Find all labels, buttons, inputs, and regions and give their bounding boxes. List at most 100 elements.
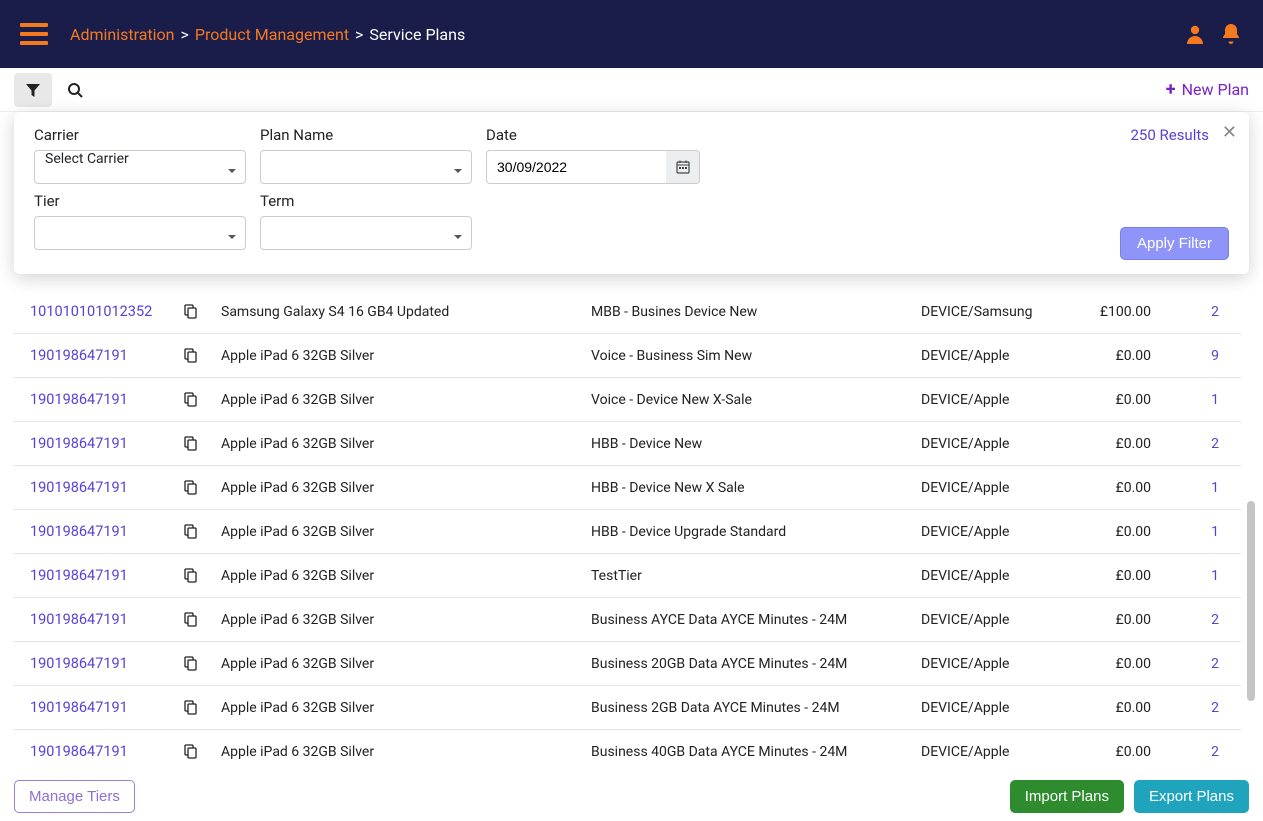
plan-count-link[interactable]: 1 — [1151, 568, 1241, 584]
tier-select[interactable] — [34, 216, 246, 250]
plan-price: £0.00 — [1081, 700, 1151, 716]
term-label: Term — [260, 192, 472, 210]
plan-id-link[interactable]: 190198647191 — [14, 655, 169, 672]
plan-price: £0.00 — [1081, 392, 1151, 408]
search-icon — [67, 82, 83, 98]
search-toggle-button[interactable] — [56, 73, 94, 107]
export-plans-button[interactable]: Export Plans — [1134, 780, 1249, 813]
plan-id-link[interactable]: 190198647191 — [14, 743, 169, 760]
copy-button[interactable] — [169, 392, 211, 407]
plan-price: £0.00 — [1081, 348, 1151, 364]
copy-button[interactable] — [169, 436, 211, 451]
date-input[interactable] — [486, 150, 666, 184]
plan-category: DEVICE/Apple — [921, 744, 1081, 760]
plan-category: DEVICE/Apple — [921, 568, 1081, 584]
plan-price: £0.00 — [1081, 436, 1151, 452]
breadcrumb: Administration > Product Management > Se… — [70, 25, 465, 44]
plan-count-link[interactable]: 2 — [1151, 436, 1241, 452]
plan-tier: Business 2GB Data AYCE Minutes - 24M — [591, 700, 921, 716]
close-icon[interactable]: ✕ — [1222, 122, 1237, 143]
plan-id-link[interactable]: 190198647191 — [14, 479, 169, 496]
copy-button[interactable] — [169, 568, 211, 583]
table-row: 190198647191Apple iPad 6 32GB SilverBusi… — [14, 642, 1241, 686]
plan-id-link[interactable]: 190198647191 — [14, 699, 169, 716]
import-plans-button[interactable]: Import Plans — [1010, 780, 1124, 813]
plan-tier: Voice - Business Sim New — [591, 348, 921, 364]
plan-category: DEVICE/Apple — [921, 700, 1081, 716]
breadcrumb-link-product-management[interactable]: Product Management — [195, 25, 349, 44]
plan-tier: TestTier — [591, 568, 921, 584]
copy-icon — [183, 436, 198, 451]
plan-id-link[interactable]: 190198647191 — [14, 523, 169, 540]
copy-icon — [183, 480, 198, 495]
plan-id-link[interactable]: 190198647191 — [14, 347, 169, 364]
plan-price: £0.00 — [1081, 480, 1151, 496]
plan-name: Apple iPad 6 32GB Silver — [211, 524, 591, 540]
copy-button[interactable] — [169, 524, 211, 539]
plan-count-link[interactable]: 2 — [1151, 612, 1241, 628]
scrollbar-thumb[interactable] — [1247, 501, 1255, 701]
copy-button[interactable] — [169, 304, 211, 319]
top-navbar: Administration > Product Management > Se… — [0, 0, 1263, 68]
scrollbar[interactable] — [1247, 290, 1255, 759]
plan-id-link[interactable]: 101010101012352 — [14, 303, 169, 320]
plan-name-select[interactable] — [260, 150, 472, 184]
plan-count-link[interactable]: 2 — [1151, 700, 1241, 716]
bell-icon[interactable] — [1219, 22, 1243, 46]
plan-price: £100.00 — [1081, 304, 1151, 320]
apply-filter-button[interactable]: Apply Filter — [1120, 227, 1229, 260]
table-row: 190198647191Apple iPad 6 32GB SilverBusi… — [14, 598, 1241, 642]
plan-count-link[interactable]: 2 — [1151, 656, 1241, 672]
filter-icon — [25, 82, 41, 98]
new-plan-label: New Plan — [1182, 80, 1249, 99]
copy-button[interactable] — [169, 612, 211, 627]
plan-id-link[interactable]: 190198647191 — [14, 567, 169, 584]
table-row: 101010101012352 Samsung Galaxy S4 16 GB4 … — [14, 290, 1241, 334]
new-plan-button[interactable]: + New Plan — [1166, 79, 1249, 100]
plan-id-link[interactable]: 190198647191 — [14, 391, 169, 408]
hamburger-menu-icon[interactable] — [20, 23, 48, 45]
page-toolbar: + New Plan — [0, 68, 1263, 112]
plan-tier: HBB - Device New X Sale — [591, 480, 921, 496]
filter-toggle-button[interactable] — [14, 73, 52, 107]
plan-category: DEVICE/Apple — [921, 480, 1081, 496]
term-select[interactable] — [260, 216, 472, 250]
plan-category: DEVICE/Apple — [921, 524, 1081, 540]
copy-button[interactable] — [169, 480, 211, 495]
plus-icon: + — [1166, 79, 1176, 100]
plan-category: DEVICE/Apple — [921, 656, 1081, 672]
breadcrumb-sep: > — [355, 25, 363, 44]
carrier-select[interactable]: Select Carrier — [34, 150, 246, 184]
copy-icon — [183, 304, 198, 319]
page-footer: Manage Tiers Import Plans Export Plans — [0, 771, 1263, 821]
plan-count-link[interactable]: 9 — [1151, 348, 1241, 364]
plan-count-link[interactable]: 1 — [1151, 392, 1241, 408]
copy-button[interactable] — [169, 348, 211, 363]
results-count[interactable]: 250 Results — [1130, 126, 1209, 144]
table-row: 190198647191 Apple iPad 6 32GB SilverBusi… — [14, 686, 1241, 730]
copy-button[interactable] — [169, 744, 211, 759]
table-row: 190198647191Apple iPad 6 32GB SilverVoic… — [14, 334, 1241, 378]
plan-category: DEVICE/Apple — [921, 348, 1081, 364]
copy-icon — [183, 700, 198, 715]
plan-name: Apple iPad 6 32GB Silver — [211, 700, 591, 716]
manage-tiers-button[interactable]: Manage Tiers — [14, 780, 135, 813]
breadcrumb-link-administration[interactable]: Administration — [70, 25, 175, 44]
calendar-button[interactable] — [666, 150, 700, 184]
plan-name: Apple iPad 6 32GB Silver — [211, 392, 591, 408]
plan-count-link[interactable]: 1 — [1151, 480, 1241, 496]
plan-count-link[interactable]: 1 — [1151, 524, 1241, 540]
plan-price: £0.00 — [1081, 656, 1151, 672]
plan-count-link[interactable]: 2 — [1151, 304, 1241, 320]
plan-count-link[interactable]: 2 — [1151, 744, 1241, 760]
plan-name: Samsung Galaxy S4 16 GB4 Updated — [211, 304, 591, 320]
copy-button[interactable] — [169, 656, 211, 671]
plan-id-link[interactable]: 190198647191 — [14, 435, 169, 452]
user-icon[interactable] — [1183, 22, 1207, 46]
plan-category: DEVICE/Samsung — [921, 304, 1081, 320]
plan-id-link[interactable]: 190198647191 — [14, 611, 169, 628]
copy-button[interactable] — [169, 700, 211, 715]
tier-label: Tier — [34, 192, 246, 210]
table-row: 190198647191Apple iPad 6 32GB SilverTest… — [14, 554, 1241, 598]
table-row: 190198647191Apple iPad 6 32GB SilverHBB … — [14, 510, 1241, 554]
